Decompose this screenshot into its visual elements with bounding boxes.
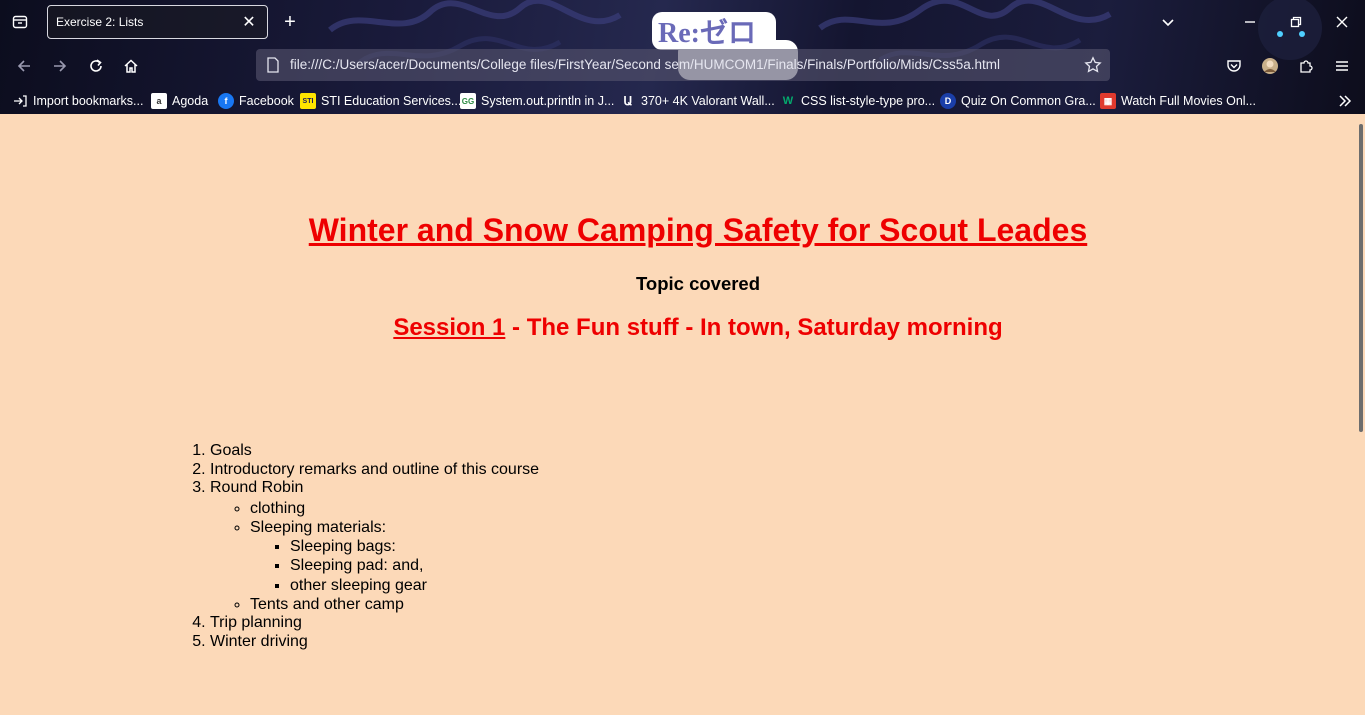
- browser-chrome: Exercise 2: Lists ✕ + Re:ゼロ file:///C:/U…: [0, 0, 1365, 114]
- menu-button[interactable]: [1329, 54, 1355, 78]
- bookmark-facebook[interactable]: f Facebook: [218, 91, 294, 111]
- list-item-label: Round Robin: [210, 479, 304, 496]
- sublist-item-sleeping-materials: Sleeping materials: Sleeping bags: Sleep…: [250, 518, 539, 596]
- bookmark-valorant[interactable]: Ա 370+ 4K Valorant Wall...: [620, 91, 775, 111]
- bookmark-label: Watch Full Movies Onl...: [1121, 94, 1256, 108]
- tab-title: Exercise 2: Lists: [56, 15, 144, 29]
- sleeping-materials-sublist: Sleeping bags: Sleeping pad: and, other …: [290, 537, 539, 596]
- pocket-button[interactable]: [1221, 54, 1247, 78]
- round-robin-sublist: clothing Sleeping materials: Sleeping ba…: [250, 499, 539, 615]
- tab-list-icon: [12, 15, 28, 29]
- sublist-item-tents: Tents and other camp: [250, 595, 539, 614]
- reload-icon: [90, 59, 102, 72]
- subsublist-item-sleeping-bags: Sleeping bags:: [290, 537, 539, 557]
- bookmark-label: Facebook: [239, 94, 294, 108]
- account-button[interactable]: [1257, 54, 1283, 78]
- list-all-tabs-button[interactable]: [1157, 11, 1179, 33]
- page-icon: [267, 57, 279, 73]
- bookmark-quiz[interactable]: D Quiz On Common Gra...: [940, 91, 1096, 111]
- restore-icon: [1290, 16, 1302, 28]
- tab-bar: Exercise 2: Lists ✕ + Re:ゼロ: [0, 0, 1365, 80]
- close-tab-icon[interactable]: ✕: [241, 14, 257, 31]
- list-item-intro: Introductory remarks and outline of this…: [210, 461, 539, 480]
- bookmark-import[interactable]: Import bookmarks...: [12, 91, 143, 111]
- address-bar[interactable]: file:///C:/Users/acer/Documents/College …: [256, 49, 1110, 81]
- bookmark-label: Agoda: [172, 94, 209, 108]
- page-content: Winter and Snow Camping Safety for Scout…: [0, 114, 1365, 715]
- w3schools-icon: W: [782, 95, 794, 107]
- topic-covered-heading: Topic covered: [635, 273, 761, 294]
- list-item-trip-planning: Trip planning: [210, 614, 539, 633]
- close-window-button[interactable]: [1331, 11, 1353, 33]
- facebook-icon: f: [218, 93, 234, 109]
- back-button[interactable]: [11, 54, 37, 78]
- bookmark-sti[interactable]: STI STI Education Services...: [300, 91, 461, 111]
- page-title: Winter and Snow Camping Safety for Scout…: [308, 212, 1088, 248]
- forward-button[interactable]: [47, 54, 73, 78]
- bookmarks-toolbar: Import bookmarks... a Agoda f Facebook S…: [0, 88, 1365, 114]
- home-button[interactable]: [118, 54, 144, 78]
- double-chevron-right-icon: [1339, 95, 1352, 107]
- bookmark-label: CSS list-style-type pro...: [801, 94, 936, 108]
- hamburger-menu-icon: [1336, 61, 1348, 71]
- bookmark-label: STI Education Services...: [321, 94, 462, 108]
- extensions-button[interactable]: [1293, 54, 1319, 78]
- bookmark-label: 370+ 4K Valorant Wall...: [641, 94, 775, 108]
- valorant-icon: Ա: [623, 94, 633, 108]
- bookmark-w3schools[interactable]: W CSS list-style-type pro...: [780, 91, 935, 111]
- bookmark-label: Quiz On Common Gra...: [961, 94, 1096, 108]
- sublist-item-clothing: clothing: [250, 499, 539, 518]
- back-arrow-icon: [17, 60, 30, 72]
- bookmark-geeksforgeeks[interactable]: GG System.out.println in J...: [460, 91, 614, 111]
- sti-icon: STI: [300, 93, 316, 109]
- url-text[interactable]: file:///C:/Users/acer/Documents/College …: [290, 57, 1000, 72]
- tab-list-button[interactable]: [8, 11, 32, 33]
- restore-button[interactable]: [1285, 11, 1307, 33]
- minimize-icon: [1245, 21, 1255, 23]
- forward-arrow-icon: [54, 60, 67, 72]
- session-description: - The Fun stuff - In town, Saturday morn…: [505, 314, 1003, 341]
- chevron-down-icon: [1162, 19, 1174, 27]
- puzzle-piece-icon: [1300, 60, 1313, 73]
- new-tab-button[interactable]: +: [279, 11, 301, 33]
- list-item-round-robin: Round Robin clothing Sleeping materials:…: [210, 479, 539, 614]
- agoda-icon: a: [151, 93, 167, 109]
- bookmark-label: System.out.println in J...: [481, 94, 615, 108]
- avatar-icon: [1262, 58, 1278, 74]
- bookmark-label: Import bookmarks...: [33, 94, 144, 108]
- pocket-icon: [1227, 60, 1241, 72]
- session-1-link[interactable]: Session 1: [393, 314, 505, 341]
- geeksforgeeks-icon: GG: [460, 93, 476, 109]
- movies-icon: ▦: [1100, 93, 1116, 109]
- session-heading: Session 1 - The Fun stuff - In town, Sat…: [0, 314, 1365, 342]
- import-icon: [12, 93, 28, 109]
- more-bookmarks-button[interactable]: [1337, 91, 1353, 111]
- bookmark-star-icon[interactable]: [1084, 56, 1102, 74]
- reload-button[interactable]: [83, 54, 109, 78]
- tab-exercise-2-lists[interactable]: Exercise 2: Lists ✕: [47, 5, 268, 39]
- list-item-winter-driving: Winter driving: [210, 633, 539, 652]
- bookmark-movies[interactable]: ▦ Watch Full Movies Onl...: [1100, 91, 1256, 111]
- list-item-goals: Goals: [210, 442, 539, 461]
- subsublist-item-other-gear: other sleeping gear: [290, 576, 539, 596]
- course-outline-list: Goals Introductory remarks and outline o…: [210, 442, 539, 651]
- quiz-icon: D: [940, 93, 956, 109]
- bookmark-agoda[interactable]: a Agoda: [151, 91, 208, 111]
- page-scrollbar[interactable]: [1359, 124, 1363, 432]
- subsublist-item-sleeping-pad: Sleeping pad: and,: [290, 556, 539, 576]
- minimize-button[interactable]: [1239, 11, 1261, 33]
- close-icon: [1336, 16, 1348, 28]
- sublist-item-label: Sleeping materials:: [250, 518, 387, 536]
- home-icon: [124, 59, 138, 73]
